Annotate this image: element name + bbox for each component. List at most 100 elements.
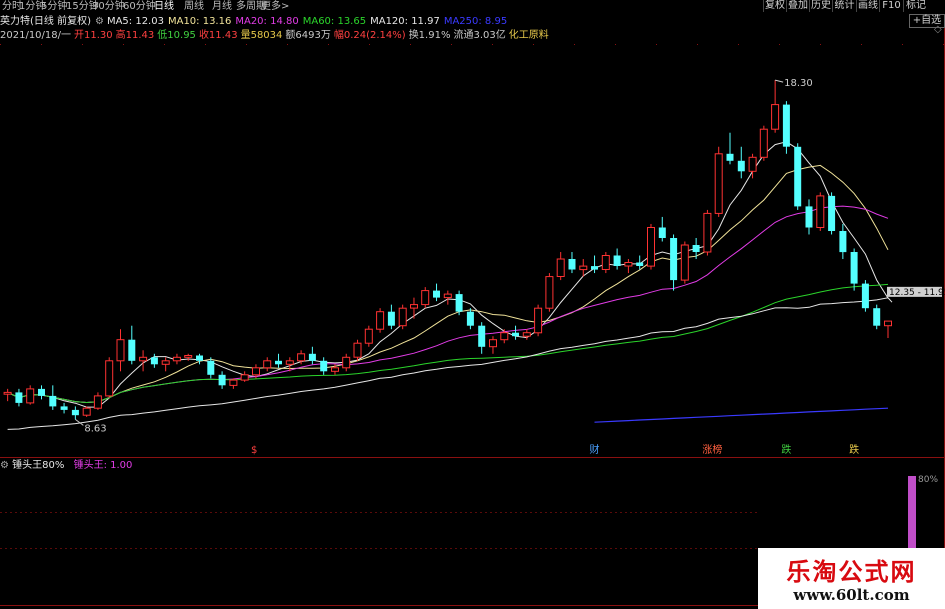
stock-name[interactable]: 英力特 xyxy=(0,16,30,27)
candle-body xyxy=(534,307,543,334)
candle-body xyxy=(331,367,339,372)
settings-icon[interactable]: ⚙ xyxy=(0,460,9,471)
candle xyxy=(601,252,610,274)
ma-legend-5: MA250: 8.95 xyxy=(443,16,508,27)
ma-line-120 xyxy=(7,297,893,430)
candle-body xyxy=(218,374,226,386)
candle xyxy=(172,353,181,365)
candle xyxy=(342,353,351,372)
settings-icon[interactable]: ⚙ xyxy=(95,16,104,27)
candle xyxy=(816,192,825,231)
candle xyxy=(364,325,373,347)
candle-body xyxy=(252,367,260,376)
ma-legend-4: MA120: 11.97 xyxy=(370,16,440,27)
info-10: 化工原料 xyxy=(508,30,549,41)
candle-body xyxy=(692,245,700,252)
toolbar-button-0[interactable]: 复权 xyxy=(763,0,786,12)
candle-body xyxy=(680,244,689,281)
candle-body xyxy=(613,255,621,266)
period-tab-7[interactable]: 周线 xyxy=(184,0,204,13)
info-0: 2021/10/18/一 xyxy=(0,30,72,41)
candle-body xyxy=(275,360,282,365)
candle-body xyxy=(364,328,373,344)
watermark-logo: 乐淘公式网 www.60lt.com xyxy=(758,548,945,609)
candle xyxy=(759,125,768,161)
info-1: 开11.30 xyxy=(74,30,113,41)
candle xyxy=(714,146,723,217)
period-tab-6[interactable]: 日线 xyxy=(154,0,174,13)
toolbar-button-5[interactable]: F10 xyxy=(879,0,903,12)
period-tab-4[interactable]: 30分钟 xyxy=(92,0,125,13)
sub-indicator-value: 锤头王: 1.00 xyxy=(73,460,133,471)
toolbar-button-4[interactable]: 画线 xyxy=(856,0,879,12)
event-marker-2[interactable]: 涨榜 xyxy=(702,443,722,456)
candle-body xyxy=(308,353,316,361)
event-marker-0[interactable]: $ xyxy=(251,445,257,456)
candle-body xyxy=(421,290,430,306)
candle xyxy=(82,406,91,417)
toolbar-button-6[interactable]: 标记 xyxy=(903,0,928,12)
period-tab-10[interactable]: 更多> xyxy=(261,0,289,13)
candle-body xyxy=(353,342,362,358)
toolbar-button-3[interactable]: 统计 xyxy=(832,0,856,12)
ma-legend-3: MA60: 13.65 xyxy=(302,16,367,27)
candle xyxy=(737,146,745,179)
candle xyxy=(624,259,633,274)
candle xyxy=(421,287,430,309)
toolbar-button-1[interactable]: 叠加 xyxy=(786,0,809,12)
info-6: 额6493万 xyxy=(285,30,331,41)
candle-body xyxy=(579,265,588,271)
candle xyxy=(873,304,881,330)
add-watchlist-button[interactable]: +自选 xyxy=(909,14,945,28)
candle-body xyxy=(624,262,633,267)
candle xyxy=(320,357,328,375)
candle xyxy=(353,339,362,361)
candle-body xyxy=(105,360,114,397)
ma-line-250 xyxy=(594,407,889,423)
candle-body xyxy=(116,339,125,362)
info-8: 换1.91% xyxy=(408,30,451,41)
candle-body xyxy=(71,409,79,416)
candle-body xyxy=(398,307,407,327)
candle xyxy=(139,350,148,372)
toolbar-button-2[interactable]: 历史 xyxy=(809,0,832,12)
candle-body xyxy=(285,360,294,365)
candle xyxy=(38,385,45,400)
candle-body xyxy=(771,104,780,130)
event-marker-4[interactable]: 跌 xyxy=(849,443,859,456)
candle xyxy=(161,357,170,372)
candle xyxy=(275,353,282,368)
candle-body xyxy=(263,360,272,369)
event-marker-1[interactable]: 财 xyxy=(590,443,600,456)
candle-body xyxy=(805,206,813,228)
high-price-label: 18.30 xyxy=(784,78,813,89)
candle xyxy=(512,325,519,340)
candle xyxy=(49,385,57,410)
kline-chart[interactable]: ◇ $ 财 涨榜 跌 跌 18.30 8.63 12.35 - 11.95 80% xyxy=(0,0,945,609)
candle-body xyxy=(601,255,610,270)
candle-body xyxy=(26,388,35,404)
candle-body xyxy=(297,353,306,362)
candle xyxy=(556,252,565,281)
candle xyxy=(568,252,576,274)
candle xyxy=(71,406,79,420)
candle xyxy=(658,216,666,242)
candle-body xyxy=(229,379,238,386)
sub-indicator-name[interactable]: 锤头王80% xyxy=(12,460,64,471)
candle-body xyxy=(184,355,193,358)
quote-info-row: 2021/10/18/一 开11.30 高11.43 低10.95 收11.43 量580… xyxy=(0,29,552,43)
period-tab-5[interactable]: 60分钟 xyxy=(123,0,156,13)
candle-body xyxy=(49,395,57,407)
candle xyxy=(376,308,385,333)
candle xyxy=(3,388,12,402)
period-tab-2[interactable]: 5分钟 xyxy=(41,0,67,13)
candle-body xyxy=(636,262,644,266)
candle-body xyxy=(568,259,576,270)
candle-body xyxy=(861,283,869,309)
event-marker-3[interactable]: 跌 xyxy=(781,443,791,456)
candle-body xyxy=(82,407,91,416)
candle-body xyxy=(703,212,712,253)
candle-body xyxy=(139,356,148,362)
period-tab-8[interactable]: 月线 xyxy=(212,0,232,13)
candle xyxy=(828,192,836,235)
